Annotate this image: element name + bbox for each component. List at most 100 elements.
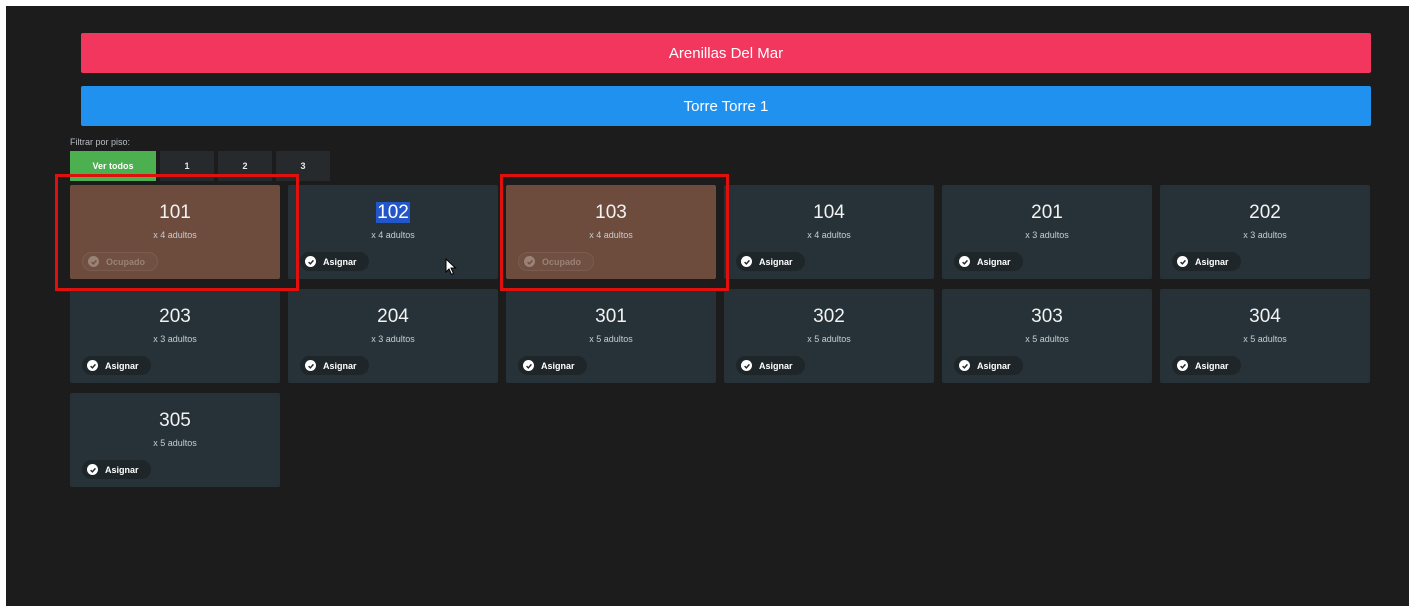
assign-button[interactable]: Asignar <box>300 252 369 271</box>
room-number: 103 <box>506 202 716 224</box>
room-number-text: 101 <box>159 202 191 223</box>
room-card-303[interactable]: 303 x 5 adultos Asignar <box>942 289 1152 383</box>
room-capacity: x 4 adultos <box>807 230 851 240</box>
room-grid: 101 x 4 adultos Ocupado 102 x 4 adultos Asign… <box>70 185 1370 487</box>
assign-button[interactable]: Asignar <box>82 356 151 375</box>
room-number: 303 <box>942 306 1152 328</box>
room-number: 304 <box>1160 306 1370 328</box>
occupied-button[interactable]: Ocupado <box>518 252 595 271</box>
room-action-label: Ocupado <box>542 256 582 267</box>
room-action-label: Asignar <box>105 464 139 475</box>
check-circle-icon <box>88 256 99 267</box>
floor-filter: Ver todos 1 2 3 <box>70 151 334 181</box>
filter-label: Filtrar por piso: <box>70 137 131 147</box>
check-circle-icon <box>959 256 970 267</box>
room-action-label: Asignar <box>977 256 1011 267</box>
room-capacity: x 3 adultos <box>1025 230 1069 240</box>
room-capacity: x 3 adultos <box>371 334 415 344</box>
room-number-text: 201 <box>1031 202 1063 223</box>
assign-button[interactable]: Asignar <box>82 460 151 479</box>
room-number: 203 <box>70 306 280 328</box>
room-card-104[interactable]: 104 x 4 adultos Asignar <box>724 185 934 279</box>
room-action-label: Asignar <box>1195 360 1229 371</box>
room-card-103[interactable]: 103 x 4 adultos Ocupado <box>506 185 716 279</box>
room-action-label: Asignar <box>323 256 357 267</box>
room-number-text: 204 <box>377 306 409 327</box>
mouse-cursor-icon <box>445 258 457 276</box>
room-card-302[interactable]: 302 x 5 adultos Asignar <box>724 289 934 383</box>
filter-floor-3-button[interactable]: 3 <box>276 151 330 181</box>
room-capacity: x 4 adultos <box>371 230 415 240</box>
assign-button[interactable]: Asignar <box>954 252 1023 271</box>
tower-banner[interactable]: Torre Torre 1 <box>81 86 1371 126</box>
room-card-305[interactable]: 305 x 5 adultos Asignar <box>70 393 280 487</box>
assign-button[interactable]: Asignar <box>1172 252 1241 271</box>
check-circle-icon <box>1177 256 1188 267</box>
assign-button[interactable]: Asignar <box>300 356 369 375</box>
room-action-label: Asignar <box>759 256 793 267</box>
room-card-202[interactable]: 202 x 3 adultos Asignar <box>1160 185 1370 279</box>
room-number: 101 <box>70 202 280 224</box>
check-circle-icon <box>524 256 535 267</box>
room-number-text: 202 <box>1249 202 1281 223</box>
room-number-text: 104 <box>813 202 845 223</box>
room-number-text: 301 <box>595 306 627 327</box>
room-card-304[interactable]: 304 x 5 adultos Asignar <box>1160 289 1370 383</box>
room-number: 104 <box>724 202 934 224</box>
room-number-text: 305 <box>159 410 191 431</box>
room-number-text: 302 <box>813 306 845 327</box>
room-number: 202 <box>1160 202 1370 224</box>
check-circle-icon <box>87 360 98 371</box>
room-card-101[interactable]: 101 x 4 adultos Ocupado <box>70 185 280 279</box>
room-card-201[interactable]: 201 x 3 adultos Asignar <box>942 185 1152 279</box>
room-card-204[interactable]: 204 x 3 adultos Asignar <box>288 289 498 383</box>
room-card-203[interactable]: 203 x 3 adultos Asignar <box>70 289 280 383</box>
check-circle-icon <box>305 360 316 371</box>
room-number: 305 <box>70 410 280 432</box>
room-number: 201 <box>942 202 1152 224</box>
room-capacity: x 4 adultos <box>589 230 633 240</box>
room-capacity: x 5 adultos <box>807 334 851 344</box>
hotel-banner[interactable]: Arenillas Del Mar <box>81 33 1371 73</box>
room-capacity: x 5 adultos <box>1243 334 1287 344</box>
check-circle-icon <box>741 360 752 371</box>
room-number: 204 <box>288 306 498 328</box>
room-capacity: x 5 adultos <box>153 438 197 448</box>
room-number-text: 203 <box>159 306 191 327</box>
app-screen: Arenillas Del Mar Torre Torre 1 Filtrar … <box>6 6 1409 606</box>
room-action-label: Asignar <box>541 360 575 371</box>
filter-floor-1-button[interactable]: 1 <box>160 151 214 181</box>
room-number-text: 103 <box>595 202 627 223</box>
filter-floor-2-button[interactable]: 2 <box>218 151 272 181</box>
room-capacity: x 4 adultos <box>153 230 197 240</box>
room-card-301[interactable]: 301 x 5 adultos Asignar <box>506 289 716 383</box>
room-number: 102 <box>288 202 498 224</box>
room-capacity: x 5 adultos <box>1025 334 1069 344</box>
check-circle-icon <box>741 256 752 267</box>
check-circle-icon <box>959 360 970 371</box>
room-capacity: x 3 adultos <box>1243 230 1287 240</box>
assign-button[interactable]: Asignar <box>954 356 1023 375</box>
check-circle-icon <box>523 360 534 371</box>
occupied-button[interactable]: Ocupado <box>82 252 159 271</box>
room-number-text: 102 <box>376 202 410 223</box>
assign-button[interactable]: Asignar <box>736 356 805 375</box>
room-action-label: Ocupado <box>106 256 146 267</box>
room-action-label: Asignar <box>323 360 357 371</box>
room-capacity: x 5 adultos <box>589 334 633 344</box>
check-circle-icon <box>1177 360 1188 371</box>
room-number: 302 <box>724 306 934 328</box>
assign-button[interactable]: Asignar <box>1172 356 1241 375</box>
room-capacity: x 3 adultos <box>153 334 197 344</box>
room-action-label: Asignar <box>1195 256 1229 267</box>
room-action-label: Asignar <box>977 360 1011 371</box>
room-number: 301 <box>506 306 716 328</box>
check-circle-icon <box>305 256 316 267</box>
assign-button[interactable]: Asignar <box>736 252 805 271</box>
room-action-label: Asignar <box>105 360 139 371</box>
room-number-text: 303 <box>1031 306 1063 327</box>
assign-button[interactable]: Asignar <box>518 356 587 375</box>
room-action-label: Asignar <box>759 360 793 371</box>
filter-all-button[interactable]: Ver todos <box>70 151 156 181</box>
room-card-102[interactable]: 102 x 4 adultos Asignar <box>288 185 498 279</box>
